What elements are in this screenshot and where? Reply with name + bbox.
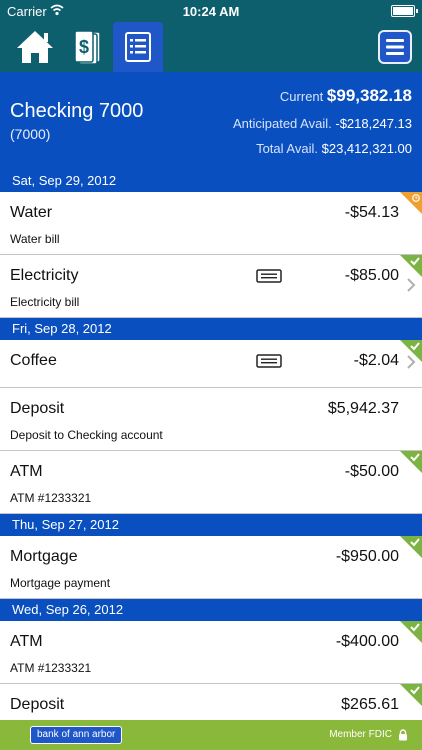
date-header: Fri, Sep 28, 2012 [0,318,422,340]
transaction-amount: -$85.00 [344,267,399,284]
transaction-amount: -$50.00 [344,463,399,480]
account-name: Checking 7000 [10,100,144,122]
total-balance-value: $23,412,321.00 [321,141,412,156]
top-toolbar: $ [0,22,422,72]
clock: 10:24 AM [182,4,240,19]
chevron-right-icon[interactable] [406,277,416,293]
receipt-icon[interactable] [256,354,282,368]
transaction-memo: Electricity bill [10,295,80,309]
cleared-check-icon [400,255,422,277]
tab-home[interactable] [12,22,58,72]
transaction-payee: Deposit [10,696,65,713]
footer: bank of ann arbor Member FDIC [0,720,422,750]
transaction-memo: ATM #1233321 [10,661,92,675]
transaction-row[interactable]: Coffee -$2.04 [0,340,422,388]
current-balance: Current $99,382.18 [280,86,412,106]
transaction-row[interactable]: Deposit $5,942.37 Deposit to Checking acco… [0,388,422,451]
transaction-payee: Deposit [10,400,65,417]
transaction-list[interactable]: Sat, Sep 29, 2012 Water -$54.13 Water bill E… [0,170,422,720]
money-icon: $ [74,30,101,65]
transaction-row[interactable]: ATM -$50.00 ATM #1233321 [0,451,422,514]
transaction-row[interactable]: ATM -$400.00 ATM #1233321 [0,621,422,684]
cleared-check-icon [400,451,422,473]
anticipated-balance-value: -$218,247.13 [335,116,412,131]
transaction-payee: Mortgage [10,548,78,565]
tab-register[interactable] [113,22,163,72]
transaction-row[interactable]: Deposit $265.61 [0,684,422,720]
bank-logo: bank of ann arbor [30,726,123,744]
transaction-payee: Coffee [10,352,57,369]
transaction-amount: -$950.00 [335,548,399,565]
total-balance: Total Avail. $23,412,321.00 [256,141,412,156]
account-summary: Checking 7000 (7000) Current $99,382.18 … [0,72,422,170]
cleared-check-icon [400,340,422,362]
date-header: Wed, Sep 26, 2012 [0,599,422,621]
account-number: (7000) [10,126,51,142]
cleared-check-icon [400,684,422,706]
transaction-amount: $5,942.37 [327,400,399,417]
status-bar: Carrier 10:24 AM [0,0,422,22]
menu-icon [386,39,404,55]
cleared-check-icon [400,621,422,643]
anticipated-balance-label: Anticipated Avail. [232,116,332,131]
current-balance-label: Current [279,89,324,104]
transaction-amount: -$54.13 [344,204,399,221]
transaction-row[interactable]: Mortgage -$950.00 Mortgage payment [0,536,422,599]
menu-button[interactable] [378,30,412,64]
transaction-memo: Deposit to Checking account [10,428,163,442]
cleared-check-icon [400,536,422,558]
total-balance-label: Total Avail. [256,141,318,156]
current-balance-value: $99,382.18 [326,86,412,105]
anticipated-balance: Anticipated Avail. -$218,247.13 [233,116,412,131]
transaction-memo: Water bill [10,232,60,246]
date-header: Thu, Sep 27, 2012 [0,514,422,536]
tab-accounts[interactable]: $ [64,22,110,72]
transaction-amount: -$400.00 [335,633,399,650]
transaction-payee: ATM [10,633,43,650]
transaction-memo: Mortgage payment [10,576,111,590]
date-header: Sat, Sep 29, 2012 [0,170,422,192]
transaction-row[interactable]: Electricity -$85.00 Electricity bill [0,255,422,318]
transaction-payee: Electricity [10,267,79,284]
member-fdic-label: Member FDIC [329,729,392,740]
transaction-memo: ATM #1233321 [10,491,92,505]
svg-text:$: $ [79,37,89,57]
lock-icon [399,729,407,741]
transaction-amount: -$2.04 [353,352,399,369]
receipt-icon[interactable] [256,269,282,283]
home-icon [17,31,53,63]
transaction-payee: ATM [10,463,43,480]
battery-icon [391,5,418,17]
transaction-payee: Water [10,204,53,221]
transaction-row[interactable]: Water -$54.13 Water bill [0,192,422,255]
transaction-amount: $265.61 [341,696,399,713]
pending-clock-icon [400,192,422,214]
register-icon [125,32,151,62]
